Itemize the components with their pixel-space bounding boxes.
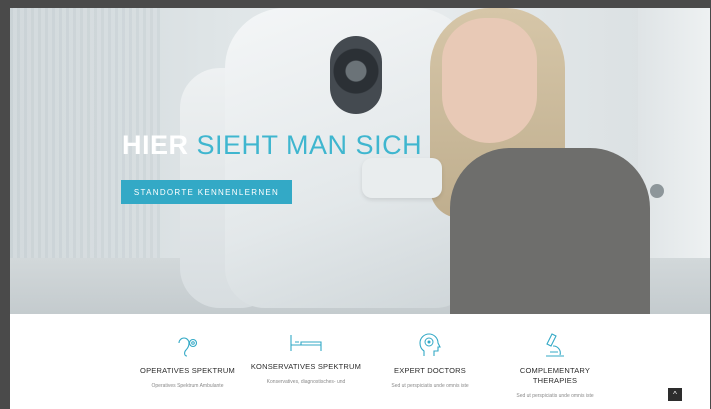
hero-title: HIER SIEHT MAN SICH [122, 130, 422, 161]
hero-banner: HIER SIEHT MAN SICH STANDORTE KENNENLERN… [10, 8, 710, 314]
features-section: OPERATIVES SPEKTRUM Operatives Spektrum … [10, 314, 710, 409]
locations-cta-button[interactable]: STANDORTE KENNENLERNEN [121, 180, 292, 204]
page-frame: HIER SIEHT MAN SICH STANDORTE KENNENLERN… [10, 8, 710, 409]
microscope-icon [546, 333, 564, 357]
scroll-to-top-button[interactable]: ^ [668, 388, 682, 401]
feature-conservative[interactable]: KONSERVATIVES SPEKTRUM Konservatives, di… [246, 314, 366, 386]
hero-door-knob [650, 184, 664, 198]
feature-title: EXPERT DOCTORS [394, 366, 466, 375]
hero-machine-lens [330, 36, 382, 114]
feature-text: Sed ut perspiciatis unde omnis iste [391, 383, 469, 389]
brain-head-icon [419, 333, 441, 356]
hero-title-part1: HIER [122, 130, 189, 160]
feature-doctors[interactable]: EXPERT DOCTORS Sed ut perspiciatis unde … [380, 314, 480, 390]
hero-person-body [450, 148, 650, 314]
chevron-up-icon: ^ [673, 390, 677, 399]
feature-therapies[interactable]: COMPLEMENTARY THERAPIES Sed ut perspicia… [505, 314, 605, 400]
hero-person-face [442, 18, 537, 143]
feature-title: OPERATIVES SPEKTRUM [140, 366, 235, 375]
feature-title: KONSERVATIVES SPEKTRUM [250, 362, 362, 371]
feature-text: Konservatives, diagnostisches- und [266, 379, 346, 385]
feature-text: Sed ut perspiciatis unde omnis iste [516, 393, 594, 399]
bed-icon [290, 335, 322, 351]
hero-title-part2: SIEHT MAN SICH [196, 130, 423, 160]
feature-title: COMPLEMENTARY THERAPIES [519, 366, 591, 385]
hero-chinrest [362, 158, 442, 198]
feature-text: Operatives Spektrum Ambulante [151, 383, 224, 389]
feature-operative[interactable]: OPERATIVES SPEKTRUM Operatives Spektrum … [130, 314, 245, 390]
ear-icon [177, 337, 197, 357]
